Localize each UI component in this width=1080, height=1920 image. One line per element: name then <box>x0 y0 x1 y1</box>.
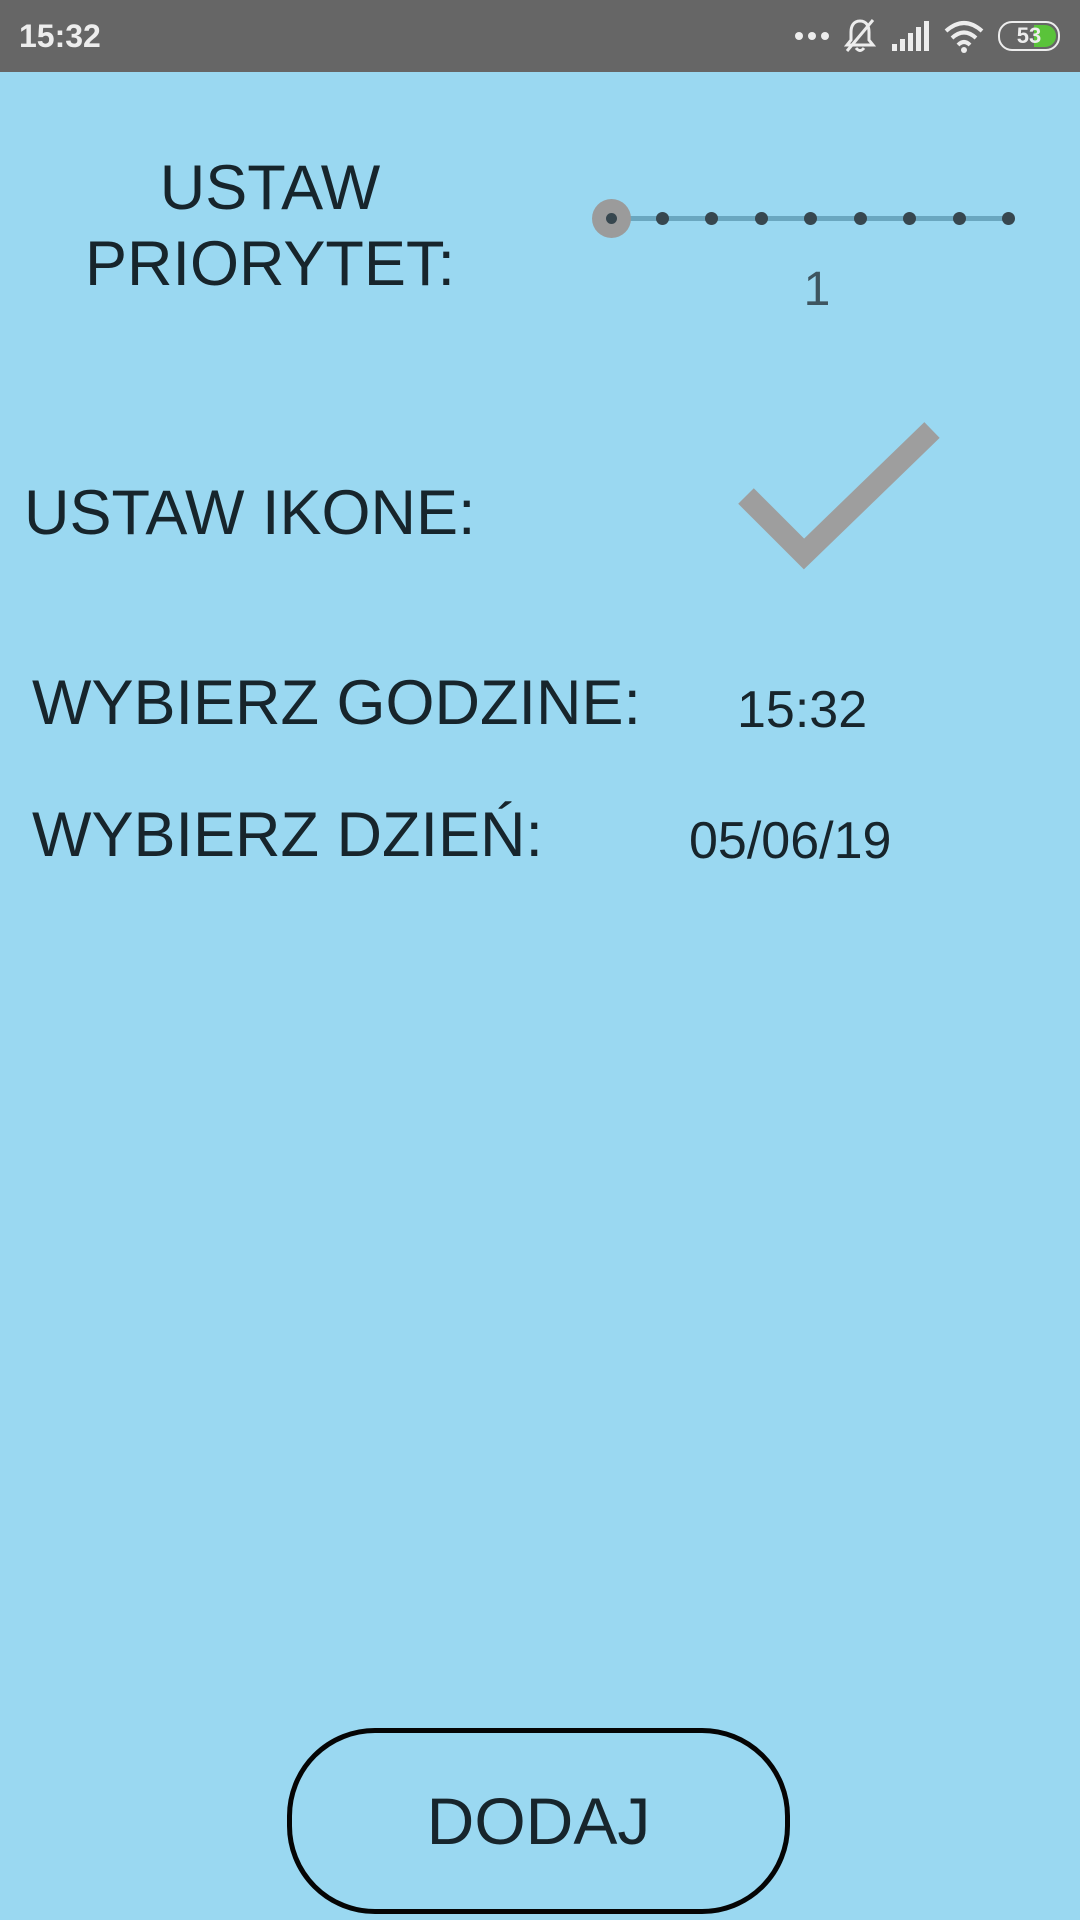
slider-tick <box>953 212 966 225</box>
slider-tick <box>804 212 817 225</box>
add-button[interactable]: DODAJ <box>287 1728 790 1914</box>
priority-label: USTAW PRIORYTET: <box>70 150 470 302</box>
battery-icon: 53 <box>998 21 1062 51</box>
slider-thumb[interactable] <box>592 199 631 238</box>
slider-tick <box>656 212 669 225</box>
status-bar: 15:32 53 <box>0 0 1080 72</box>
slider-tick <box>755 212 768 225</box>
priority-value: 1 <box>803 263 831 316</box>
check-icon[interactable] <box>736 420 946 580</box>
signal-icon <box>892 21 929 51</box>
date-picker-value[interactable]: 05/06/19 <box>689 811 891 871</box>
day-label: WYBIERZ DZIEŃ: <box>32 800 544 870</box>
slider-tick <box>1002 212 1015 225</box>
status-icons: 53 <box>794 16 1062 56</box>
more-dots-icon <box>795 32 829 40</box>
slider-tick <box>903 212 916 225</box>
time-picker-value[interactable]: 15:32 <box>737 680 867 740</box>
battery-level: 53 <box>1016 23 1042 48</box>
bell-off-icon <box>844 19 876 52</box>
priority-label-line2: PRIORYTET: <box>85 229 455 299</box>
slider-tick <box>705 212 718 225</box>
wifi-icon <box>944 21 984 53</box>
priority-label-line1: USTAW <box>159 153 381 223</box>
status-time: 15:32 <box>19 18 101 54</box>
slider-tick <box>854 212 867 225</box>
icon-label: USTAW IKONE: <box>24 478 476 548</box>
time-label: WYBIERZ GODZINE: <box>32 668 642 738</box>
